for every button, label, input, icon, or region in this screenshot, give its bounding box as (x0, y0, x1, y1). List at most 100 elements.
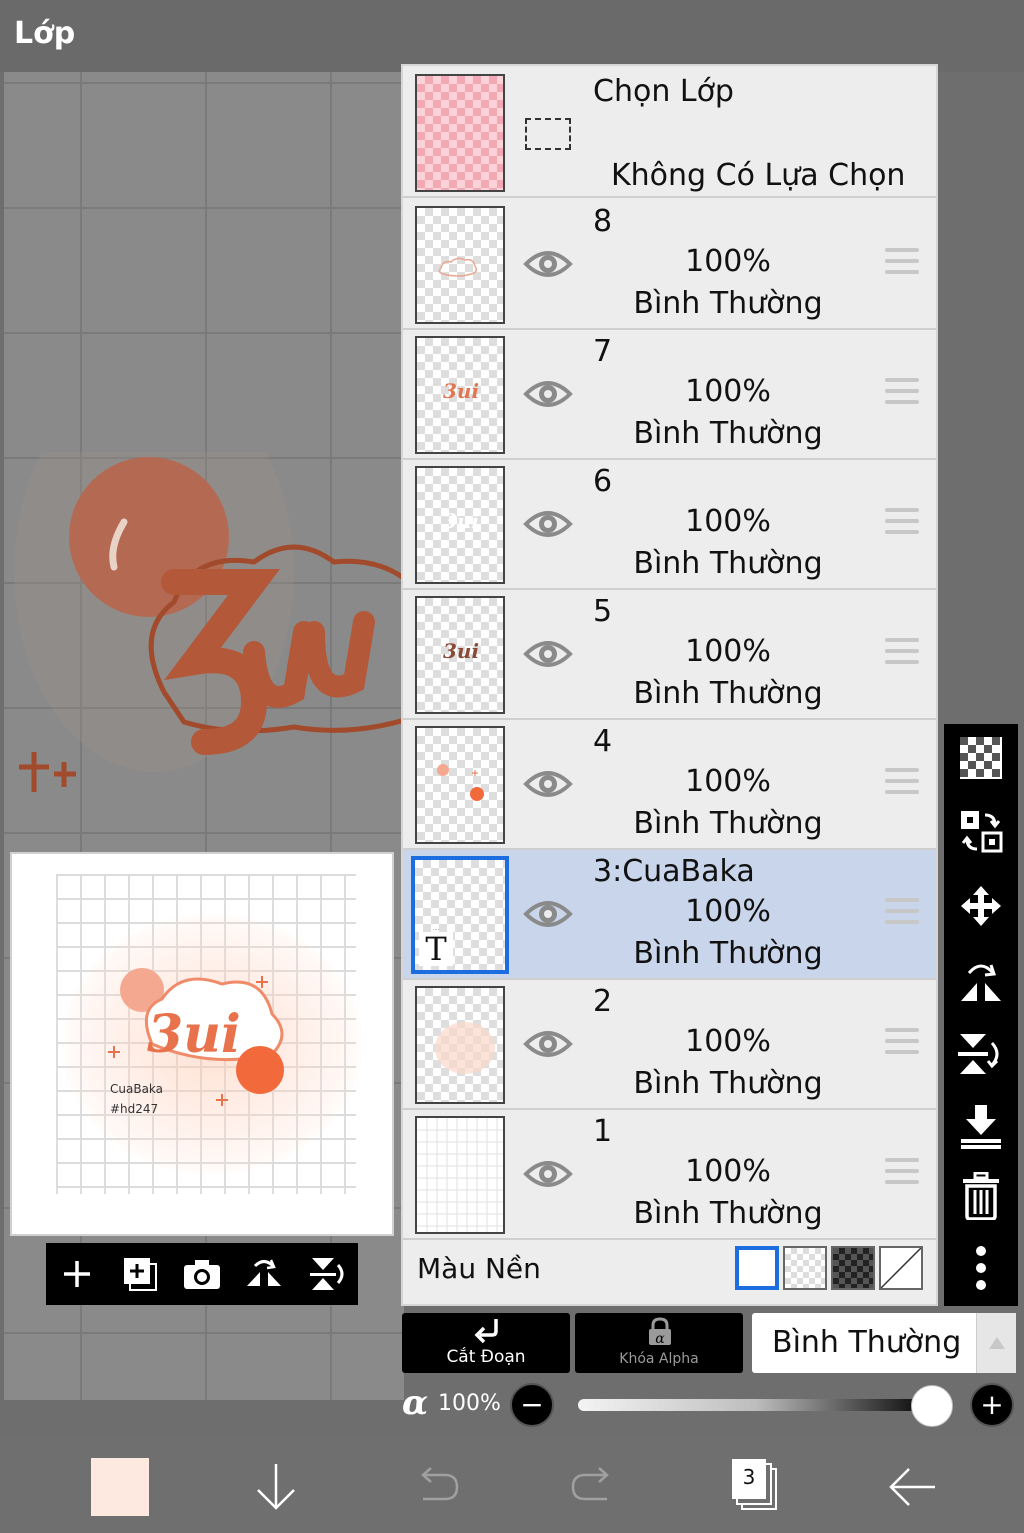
clipping-button[interactable]: Cắt Đoạn (402, 1313, 570, 1373)
opacity-decrease-button[interactable]: − (510, 1383, 554, 1427)
download-icon[interactable] (246, 1457, 306, 1517)
layer-thumbnail[interactable]: 3ui (415, 596, 505, 714)
blend-mode-select[interactable]: Bình Thường (752, 1313, 1016, 1373)
layer-row[interactable]: 1 100% Bình Thường (403, 1110, 936, 1240)
bottom-toolbar: 3 (0, 1437, 1024, 1533)
alpha-symbol: α (402, 1383, 429, 1423)
layer-row[interactable]: 3ui 6 100% Bình Thường (403, 460, 936, 590)
flip-horizontal-icon[interactable] (242, 1252, 286, 1296)
opacity-row: α 100% − + (400, 1383, 1024, 1429)
bg-white-swatch[interactable] (735, 1246, 779, 1290)
opacity-slider[interactable] (578, 1399, 934, 1411)
plus-icon[interactable] (55, 1252, 99, 1296)
layer-blend-mode: Bình Thường (633, 286, 823, 321)
drag-handle-icon[interactable] (885, 378, 919, 406)
opacity-increase-button[interactable]: + (970, 1383, 1014, 1427)
eye-icon[interactable] (523, 504, 573, 544)
eye-icon[interactable] (523, 634, 573, 674)
eye-icon[interactable] (523, 1154, 573, 1194)
drag-handle-icon[interactable] (885, 638, 919, 666)
layers-icon[interactable]: 3 (730, 1455, 780, 1515)
layer-name: 2 (593, 984, 613, 1019)
bg-dark-checker-swatch[interactable] (831, 1246, 875, 1290)
alpha-lock-button[interactable]: α Khóa Alpha (575, 1313, 743, 1373)
title-bar: Lớp (0, 0, 1024, 72)
layer-opacity: 100% (685, 374, 771, 409)
drag-handle-icon[interactable] (885, 1158, 919, 1186)
blend-mode-arrow[interactable] (976, 1313, 1016, 1373)
back-arrow-icon[interactable] (882, 1457, 942, 1517)
layer-thumbnail[interactable] (415, 986, 505, 1104)
eye-icon[interactable] (523, 374, 573, 414)
opacity-value: 100% (438, 1391, 501, 1416)
layer-thumbnail[interactable]: 3ui (415, 466, 505, 584)
svg-text:3ui: 3ui (443, 639, 479, 663)
layer-name: 1 (593, 1114, 613, 1149)
layer-name: 8 (593, 204, 613, 239)
layer-name: 3:CuaBaka (593, 854, 755, 889)
flip-vertical-icon[interactable] (305, 1252, 349, 1296)
layer-opacity: 100% (685, 244, 771, 279)
eye-icon[interactable] (523, 244, 573, 284)
bg-none-swatch[interactable] (879, 1246, 923, 1290)
drag-handle-icon[interactable] (885, 898, 919, 926)
color-swatch[interactable] (91, 1458, 149, 1516)
layer-opacity: 100% (685, 894, 771, 929)
preview-credit-name: CuaBaka (110, 1082, 164, 1096)
layer-row[interactable]: 8 100% Bình Thường (403, 200, 936, 330)
svg-text:3ui: 3ui (443, 379, 479, 403)
layer-name: 7 (593, 334, 613, 369)
layer-swap-icon[interactable] (957, 808, 1005, 856)
drag-handle-icon[interactable] (885, 1028, 919, 1056)
background-color-label: Màu Nền (417, 1252, 541, 1285)
layer-blend-mode: Bình Thường (633, 676, 823, 711)
transparency-icon[interactable] (957, 734, 1005, 782)
layer-thumbnail[interactable] (415, 1116, 505, 1234)
drag-handle-icon[interactable] (885, 508, 919, 536)
drag-handle-icon[interactable] (885, 248, 919, 276)
clipping-label: Cắt Đoạn (446, 1347, 526, 1367)
add-layer-icon[interactable] (118, 1252, 162, 1296)
selection-layer-row[interactable]: Chọn Lớp Không Có Lựa Chọn (403, 66, 936, 198)
canvas-preview[interactable]: 3ui CuaBaka #hd247 (10, 852, 394, 1236)
layer-row[interactable]: 3ui 7 100% Bình Thường (403, 330, 936, 460)
more-icon[interactable] (957, 1244, 1005, 1292)
undo-icon[interactable] (406, 1457, 466, 1517)
layer-thumbnail[interactable]: 3ui (415, 336, 505, 454)
selection-status: Không Có Lựa Chọn (611, 158, 906, 193)
preview-credit-tag: #hd247 (110, 1102, 159, 1116)
layer-thumbnail[interactable]: .... T (411, 856, 509, 974)
layer-row[interactable]: .... T 3:CuaBaka 100% Bình Thường (403, 850, 936, 980)
preview-artwork: 3ui (108, 968, 284, 1106)
layer-blend-mode: Bình Thường (633, 1066, 823, 1101)
lock-icon: α (649, 1317, 671, 1347)
layer-name: 5 (593, 594, 613, 629)
eye-icon[interactable] (523, 1024, 573, 1064)
page-title: Lớp (14, 16, 76, 51)
opacity-slider-handle[interactable] (911, 1385, 954, 1427)
selection-thumbnail (415, 74, 505, 192)
camera-icon[interactable] (180, 1252, 224, 1296)
canvas-artwork (14, 452, 404, 792)
redo-icon[interactable] (564, 1457, 624, 1517)
drag-handle-icon[interactable] (885, 768, 919, 796)
flip-rotate-icon[interactable] (957, 956, 1005, 1004)
trash-icon[interactable] (957, 1172, 1005, 1220)
clip-arrow-icon (474, 1319, 498, 1344)
layer-blend-mode: Bình Thường (633, 1196, 823, 1231)
layer-thumbnail[interactable] (415, 206, 505, 324)
layer-row[interactable]: 2 100% Bình Thường (403, 980, 936, 1110)
layer-row[interactable]: 4 100% Bình Thường (403, 720, 936, 850)
move-icon[interactable] (957, 882, 1005, 930)
merge-down-icon[interactable] (957, 1102, 1005, 1150)
alpha-lock-label: Khóa Alpha (619, 1351, 699, 1367)
layer-thumbnail[interactable] (415, 726, 505, 844)
layer-panel: Chọn Lớp Không Có Lựa Chọn 8 100% Bình Thư… (401, 64, 938, 1306)
eye-icon[interactable] (523, 764, 573, 804)
layer-row[interactable]: 3ui 5 100% Bình Thường (403, 590, 936, 720)
flip-vertical-rotate-icon[interactable] (957, 1030, 1005, 1078)
layer-opacity: 100% (685, 634, 771, 669)
layer-opacity: 100% (685, 1154, 771, 1189)
eye-icon[interactable] (523, 894, 573, 934)
bg-checker-swatch[interactable] (783, 1246, 827, 1290)
